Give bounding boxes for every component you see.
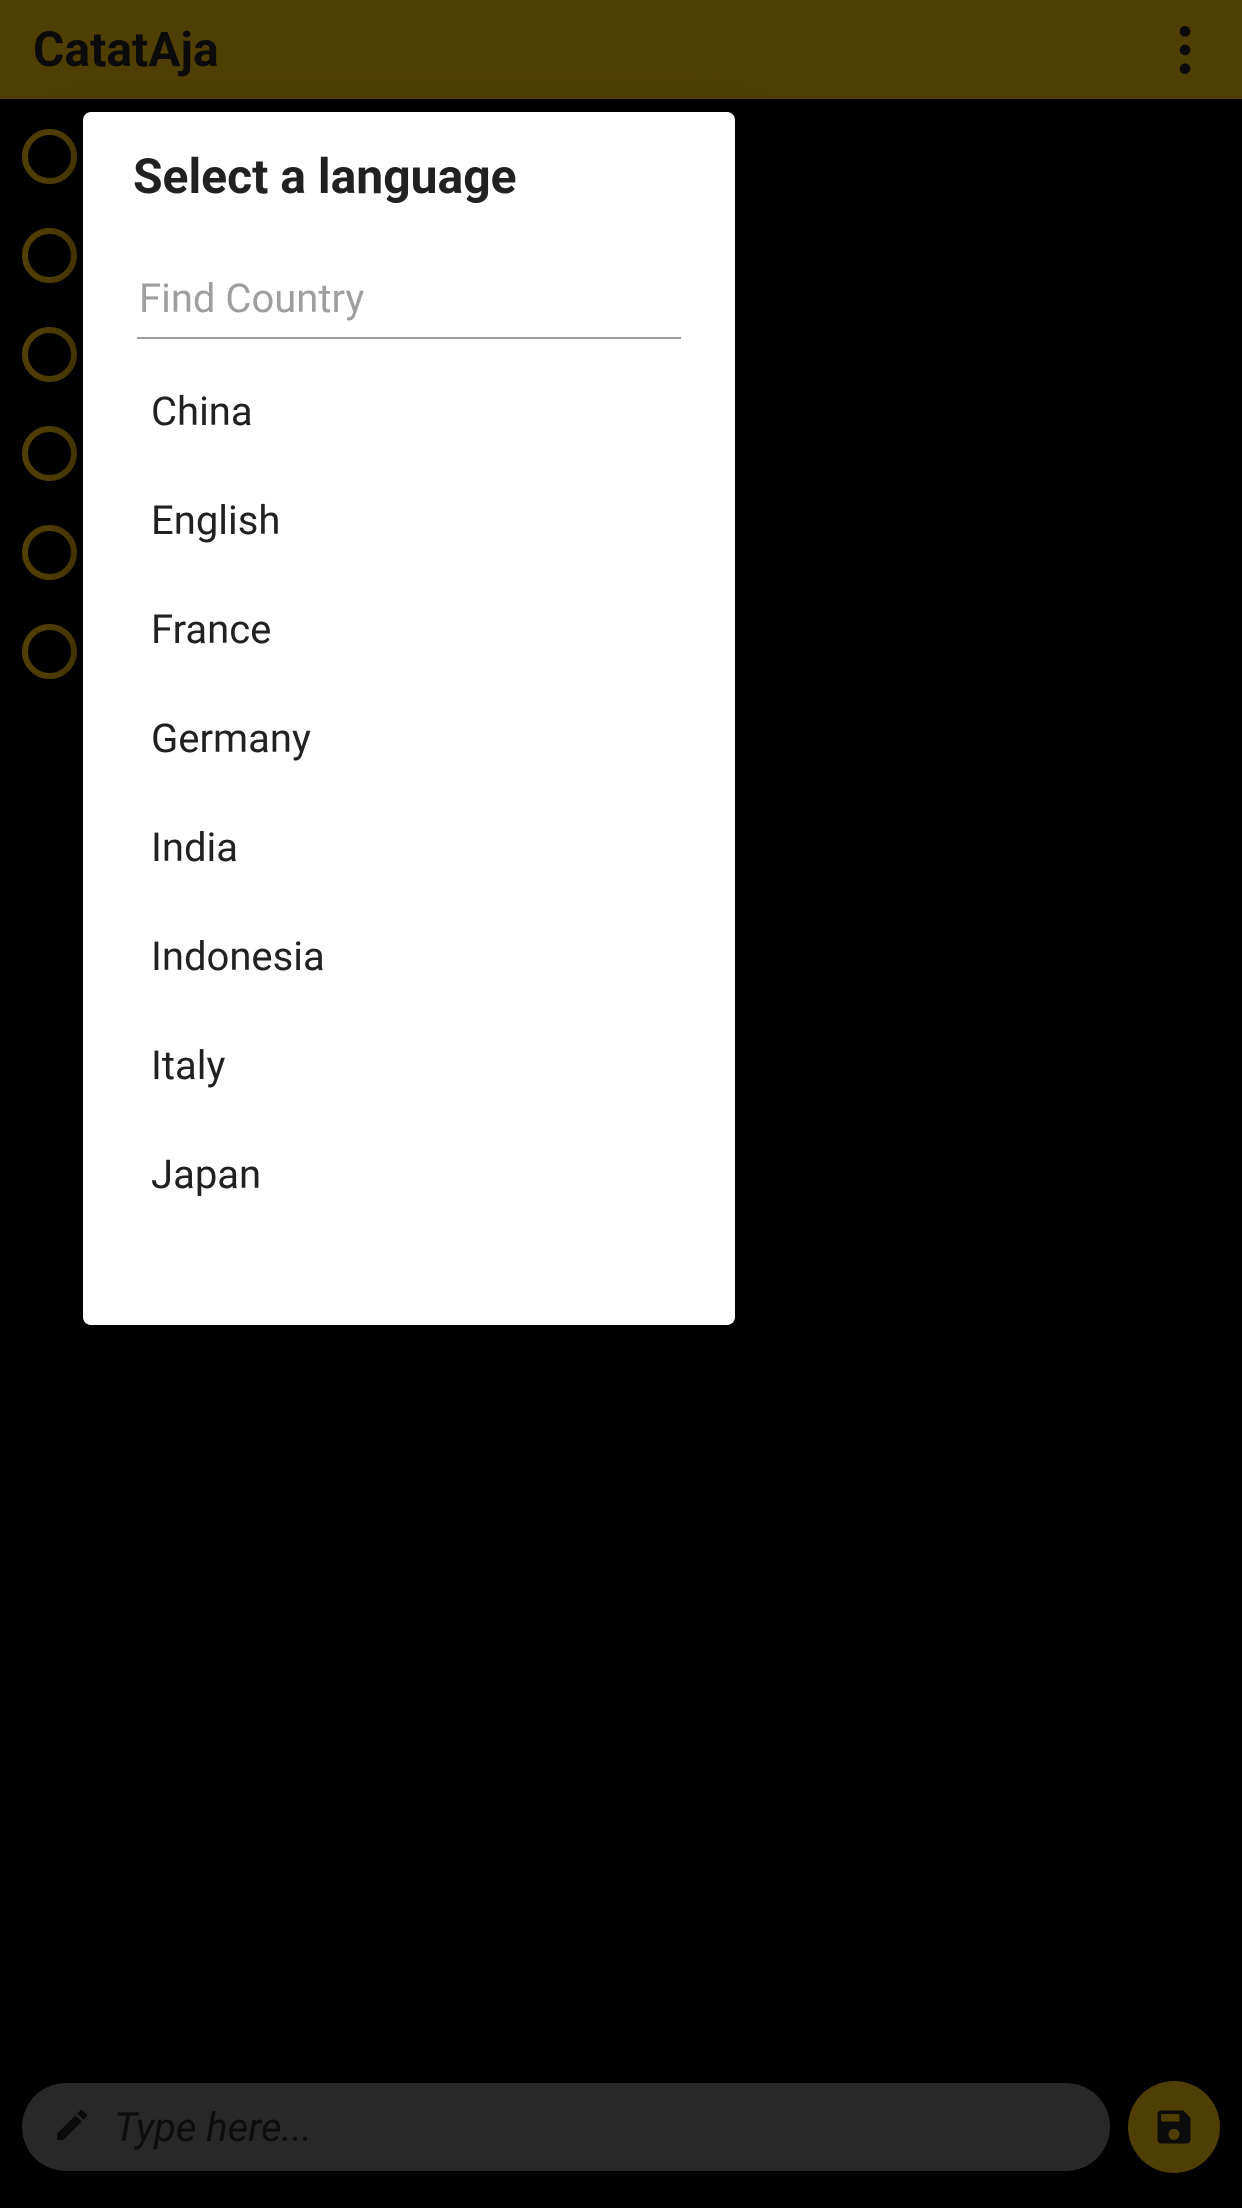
language-option[interactable]: Germany	[133, 684, 685, 793]
language-option[interactable]: Italy	[133, 1011, 685, 1120]
language-dialog: Select a language ChinaEnglishFranceGerm…	[83, 112, 735, 1325]
language-option[interactable]: India	[133, 793, 685, 902]
language-list: ChinaEnglishFranceGermanyIndiaIndonesiaI…	[133, 349, 685, 1325]
language-option[interactable]: China	[133, 357, 685, 466]
language-option[interactable]: France	[133, 575, 685, 684]
language-option[interactable]: English	[133, 466, 685, 575]
language-option[interactable]: Japan	[133, 1120, 685, 1229]
search-wrapper	[133, 259, 685, 339]
language-option[interactable]: Indonesia	[133, 902, 685, 1011]
country-search-input[interactable]	[137, 259, 681, 339]
dialog-title: Select a language	[133, 148, 685, 205]
